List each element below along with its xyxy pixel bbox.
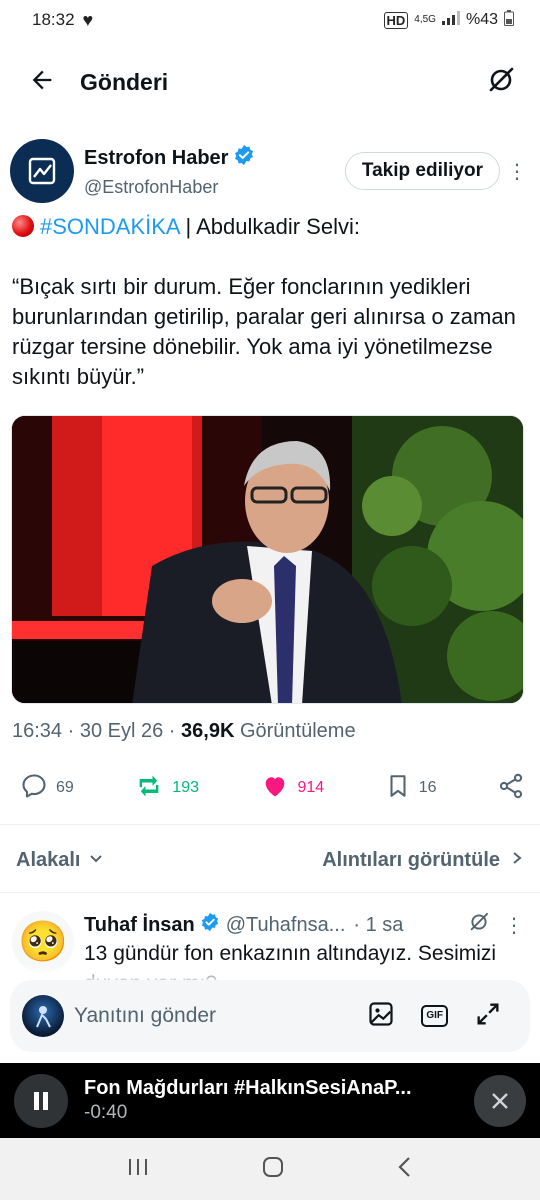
tweet-date: 30 Eyl 26 [79,720,164,742]
tweet-image[interactable] [11,415,524,704]
author-row: Estrofon Haber @EstrofonHaber Takip edil… [10,138,530,204]
related-label: Alakalı [16,848,81,871]
back-icon[interactable] [395,1155,415,1184]
media-player: Fon Mağdurları #HalkınSesiAnaP... -0:40 [0,1063,540,1138]
related-row: Alakalı Alıntıları görüntüle [16,845,524,875]
view-quotes-label: Alıntıları görüntüle [322,848,500,871]
page-title: Gönderi [80,68,169,95]
tweet-text: #SONDAKİKA | Abdulkadir Selvi: “Bıçak sı… [12,212,526,392]
grok-icon[interactable] [486,65,516,100]
status-bar: 18:32 ♥ HD 4,5G %43 [0,0,540,40]
more-options-icon[interactable]: ⋮ [504,913,524,938]
author-avatar[interactable] [10,139,74,203]
share-button[interactable] [497,772,525,805]
pause-button[interactable] [14,1073,68,1128]
verified-badge-icon [233,144,255,172]
divider [0,824,540,825]
views-label: Görüntüleme [239,720,356,742]
tweet-time: 16:34 [12,720,63,742]
chevron-down-icon [88,849,104,872]
tweet-quote: “Bıçak sırtı bir durum. Eğer fonclarının… [12,274,516,389]
status-time: 18:32 [32,10,75,29]
recent-apps-icon[interactable] [125,1156,151,1183]
tweet-intro-text: | Abdulkadir Selvi: [179,214,360,239]
player-title[interactable]: Fon Mağdurları #HalkınSesiAnaP... [84,1077,464,1100]
view-count: 36,9K [181,720,235,742]
home-icon[interactable] [261,1155,285,1184]
reply-composer[interactable]: Yanıtını gönder GIF [10,980,530,1052]
author-handle[interactable]: @EstrofonHaber [84,177,345,198]
reply-count: 69 [56,779,74,796]
repost-button[interactable]: 193 [134,772,199,805]
reply-item[interactable]: 🥺 Tuhaf İnsan @Tuhafnsa... · 1 sa ⋮ 13 g… [12,905,528,985]
pleading-face-emoji: 🥺 [18,920,68,964]
signal-icon [441,10,460,30]
share-icon [497,772,525,805]
more-options-icon[interactable]: ⋮ [504,159,530,184]
back-arrow-icon[interactable] [28,66,56,99]
network-label: 4,5G [414,14,436,25]
battery-icon [504,9,514,31]
like-button[interactable]: 914 [260,772,325,805]
reply-input[interactable]: Yanıtını gönder [74,1004,367,1028]
system-nav-bar [0,1138,540,1200]
heart-filled-icon [260,772,290,805]
bookmark-button[interactable]: 16 [385,772,437,805]
player-time: -0:40 [84,1102,128,1123]
close-button[interactable] [474,1074,526,1127]
reply-author-name[interactable]: Tuhaf İnsan [84,914,195,937]
view-quotes-link[interactable]: Alıntıları görüntüle [322,849,524,872]
expand-icon[interactable] [474,1000,502,1033]
red-circle-emoji-icon [12,215,34,237]
user-avatar [22,995,64,1037]
bookmark-count: 16 [418,779,437,796]
reply-time: · 1 sa [353,913,404,936]
chevron-right-icon [510,849,524,872]
reply-text: 13 gündür fon enkazının altındayız. Sesi… [84,942,497,985]
battery-label: %43 [465,11,498,28]
hd-icon: HD [383,11,409,29]
grok-icon[interactable] [468,911,490,939]
image-icon[interactable] [367,1000,395,1033]
heart-icon: ♥ [82,9,94,30]
reply-icon [20,772,48,805]
like-count: 914 [297,779,325,796]
reply-author-handle[interactable]: @Tuhafnsa... [226,914,346,937]
author-name[interactable]: Estrofon Haber [84,147,228,170]
bookmark-icon [385,772,411,805]
divider [0,892,540,893]
tweet-meta: 16:34 · 30 Eyl 26 · 36,9K Görüntüleme [12,720,356,742]
tweet-actions: 69 193 914 16 [20,770,525,806]
hashtag-link[interactable]: #SONDAKİKA [40,214,179,239]
following-button[interactable]: Takip ediliyor [344,152,500,190]
app-header: Gönderi [0,52,540,112]
reply-avatar[interactable]: 🥺 [12,911,74,973]
verified-badge-icon [200,912,220,938]
repost-count: 193 [172,779,199,796]
related-dropdown[interactable]: Alakalı [16,849,104,872]
repost-icon [134,772,164,805]
reply-button[interactable]: 69 [20,772,74,805]
gif-icon[interactable]: GIF [421,1005,448,1027]
